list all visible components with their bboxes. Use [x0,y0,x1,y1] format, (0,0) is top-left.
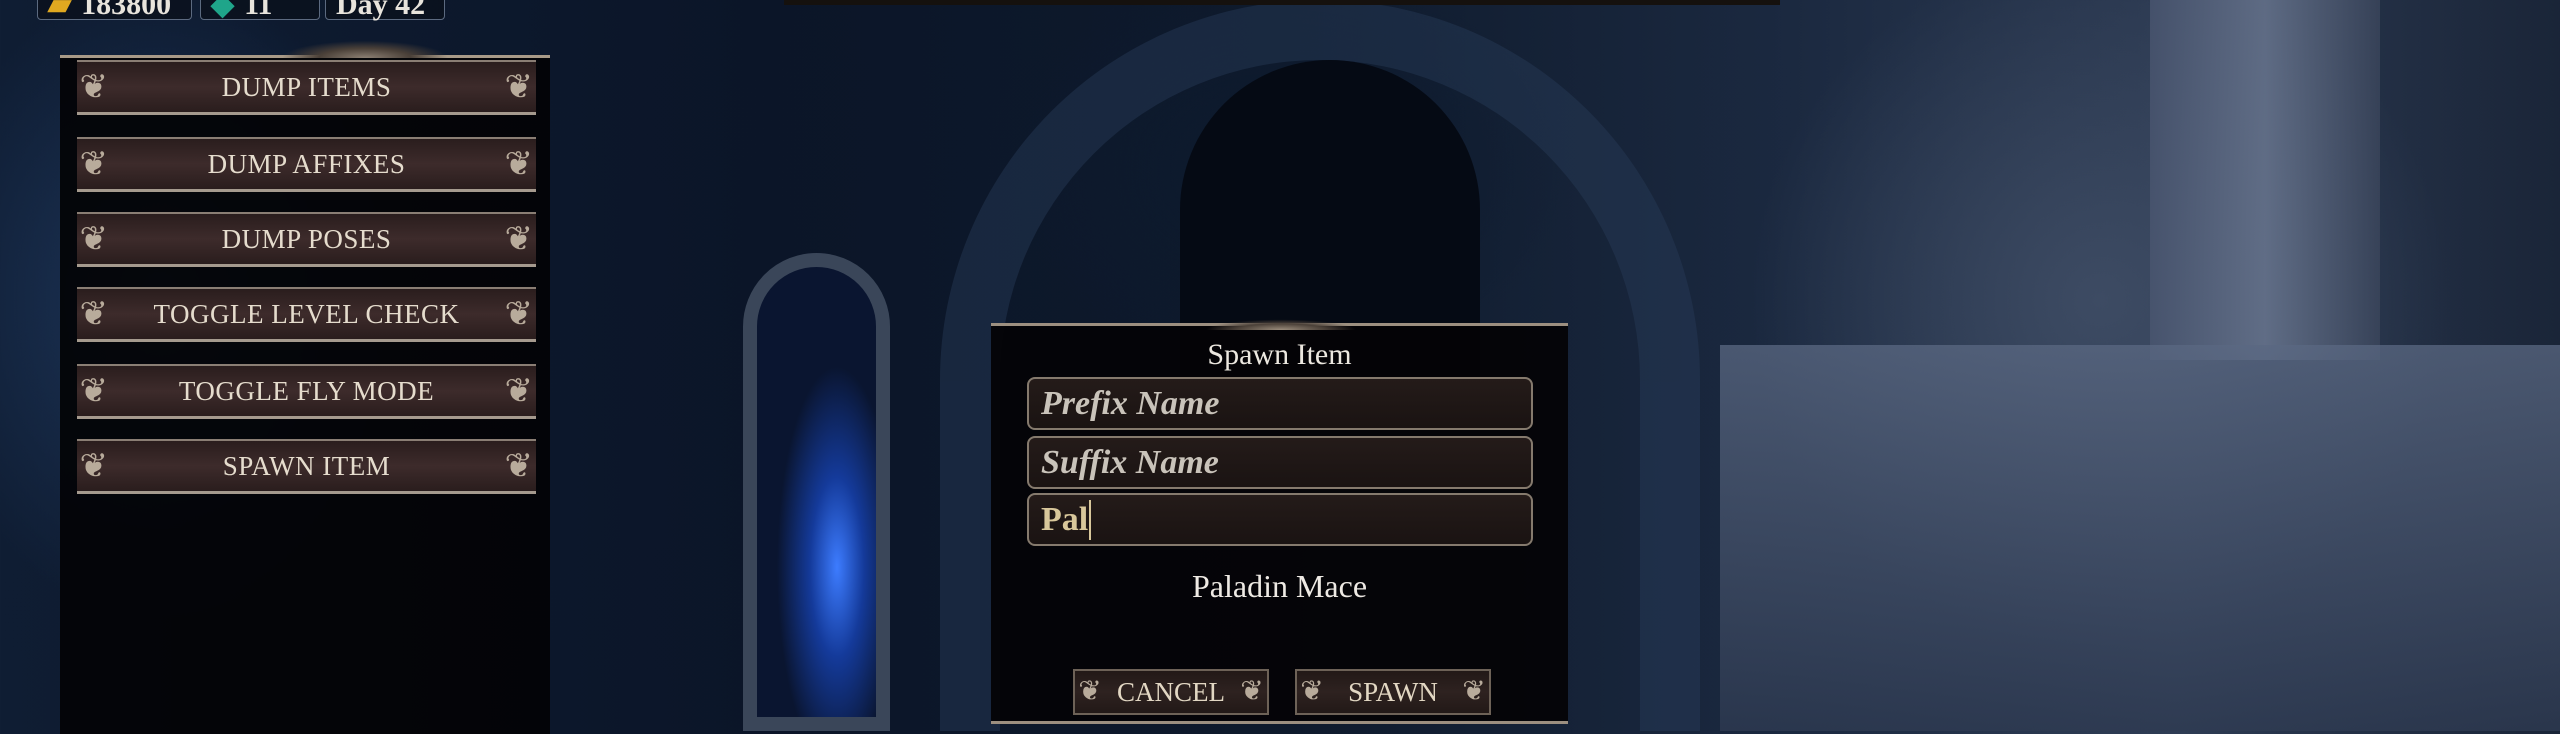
ornament-icon: ❦ [1300,676,1324,707]
prefix-placeholder: Prefix Name [1041,384,1220,422]
ornament-icon: ❦ [79,146,109,183]
cancel-button[interactable]: ❦ CANCEL ❦ [1073,669,1269,715]
gold-bar-icon: ▰ [48,0,72,21]
ornament-crest [1181,308,1381,330]
prefix-name-input[interactable]: Prefix Name [1027,377,1533,430]
button-label: DUMP POSES [221,223,392,254]
button-label: DUMP AFFIXES [207,148,406,179]
dialog-title: Spawn Item [1207,338,1352,371]
button-label: TOGGLE LEVEL CHECK [153,298,460,329]
spawn-item-button[interactable]: ❦ SPAWN ITEM ❦ [77,439,536,494]
text-caret [1089,499,1092,540]
dump-affixes-button[interactable]: ❦ DUMP AFFIXES ❦ [77,137,536,192]
toggle-level-check-button[interactable]: ❦ TOGGLE LEVEL CHECK ❦ [77,287,536,342]
gem-value: 11 [244,0,273,21]
day-value: Day 42 [336,0,426,21]
ornament-icon: ❦ [504,448,534,485]
button-label: SPAWN [1348,676,1438,707]
debug-menu-panel: ❦ DUMP ITEMS ❦ ❦ DUMP AFFIXES ❦ ❦ DUMP POSES ❦… [60,18,550,734]
ornament-icon: ❦ [79,296,109,333]
item-name-value: Pal [1041,500,1089,538]
toggle-fly-mode-button[interactable]: ❦ TOGGLE FLY MODE ❦ [77,364,536,419]
ornament-icon: ❦ [79,69,109,106]
ornament-icon: ❦ [504,146,534,183]
stone-pillar [2150,0,2380,360]
ornament-icon: ❦ [1240,676,1264,707]
top-bar [784,0,1780,5]
button-label: CANCEL [1117,676,1225,707]
suffix-name-input[interactable]: Suffix Name [1027,436,1533,489]
spawn-item-dialog: Spawn Item Prefix Name Suffix Name Pal P… [991,308,1568,724]
gold-counter: ▰ 183800 [37,0,192,20]
ornament-icon: ❦ [79,448,109,485]
ornament-icon: ❦ [79,221,109,258]
dump-items-button[interactable]: ❦ DUMP ITEMS ❦ [77,60,536,115]
ornament-crest [250,18,480,58]
suffix-placeholder: Suffix Name [1041,443,1219,481]
ornament-icon: ❦ [504,221,534,258]
dump-poses-button[interactable]: ❦ DUMP POSES ❦ [77,212,536,267]
ornament-icon: ❦ [504,373,534,410]
spawn-button[interactable]: ❦ SPAWN ❦ [1295,669,1491,715]
button-label: SPAWN ITEM [222,450,391,481]
gold-value: 183800 [81,0,172,21]
button-label: DUMP ITEMS [221,71,392,102]
ornament-icon: ❦ [79,373,109,410]
blue-portal [743,253,890,731]
ornament-icon: ❦ [504,69,534,106]
stone-blocks [1720,345,2560,731]
button-label: TOGGLE FLY MODE [178,375,435,406]
item-name-input[interactable]: Pal [1027,493,1533,546]
ornament-icon: ❦ [1462,676,1486,707]
ornament-icon: ❦ [504,296,534,333]
gem-counter: ◆ 11 [200,0,320,20]
item-match-suggestion[interactable]: Paladin Mace [991,568,1568,605]
gem-icon: ◆ [211,0,235,21]
day-counter: Day 42 [325,0,445,20]
ornament-icon: ❦ [1078,676,1102,707]
